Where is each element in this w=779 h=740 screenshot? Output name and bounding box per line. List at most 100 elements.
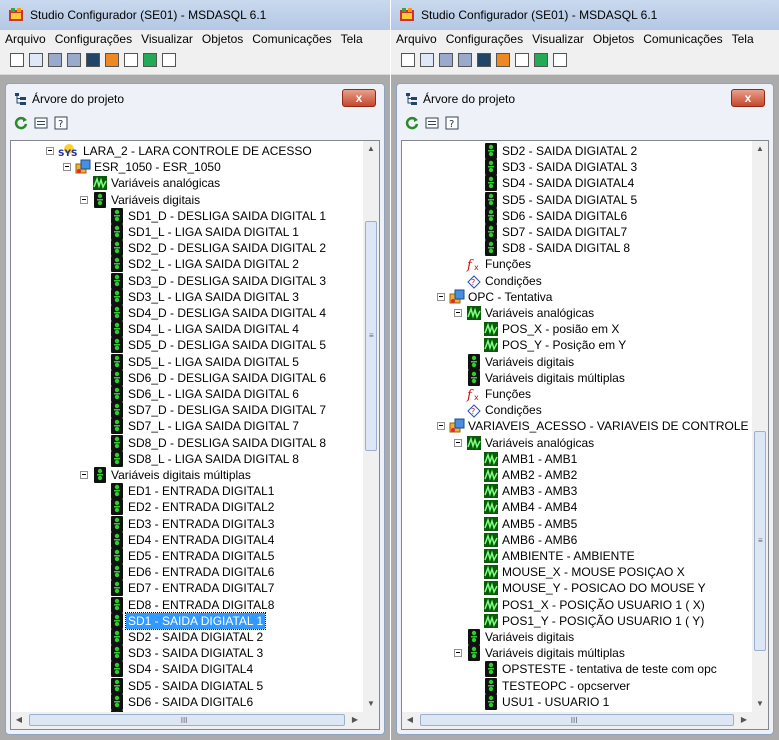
menu-item-visualizar[interactable]: Visualizar [136, 30, 197, 46]
collapse-toggle[interactable] [437, 292, 445, 301]
tree-node[interactable]: SD7_D - DESLIGA SAIDA DIGITAL 7 [11, 402, 363, 419]
tree-node[interactable]: SD5 - SAIDA DIGIATAL 5 [11, 677, 363, 694]
tree-node[interactable]: SD5_L - LIGA SAIDA DIGITAL 5 [11, 353, 363, 370]
tree-node[interactable]: TESTEOPC - opcserver [402, 677, 752, 694]
tree-node[interactable]: SD4 - SAIDA DIGIATAL4 [402, 175, 752, 192]
tree-node[interactable]: ED7 - ENTRADA DIGITAL7 [11, 580, 363, 597]
toolbar-window-icon[interactable] [420, 53, 434, 67]
tree-node[interactable]: ESR_1050 - ESR_1050 [11, 159, 363, 175]
toolbar-palette-icon[interactable] [105, 53, 119, 67]
tree-node[interactable]: SD6 - SAIDA DIGITAL6 [11, 693, 363, 710]
tree-node[interactable]: AMB3 - AMB3 [402, 483, 752, 499]
menu-item-arquivo[interactable]: Arquivo [391, 30, 441, 46]
collapse-toggle[interactable] [80, 471, 88, 479]
menu-item-tela[interactable]: Tela [336, 30, 367, 46]
tree-node[interactable]: SD3 - SAIDA DIGIATAL 3 [11, 645, 363, 662]
tree-node[interactable]: SD8_D - DESLIGA SAIDA DIGITAL 8 [11, 434, 363, 451]
tree-node[interactable]: SD6_L - LIGA SAIDA DIGITAL 6 [11, 386, 363, 402]
toolbar-tree-icon[interactable] [143, 53, 157, 67]
tree-node[interactable]: POS_X - posião em X [402, 321, 752, 337]
toolbar-edit-icon[interactable] [124, 53, 138, 67]
tree-node[interactable]: SD7_L - LIGA SAIDA DIGITAL 7 [11, 418, 363, 435]
scroll-right-button[interactable]: ▶ [347, 712, 363, 728]
toolbar-help-icon[interactable] [162, 53, 176, 67]
collapse-toggle[interactable] [454, 309, 462, 317]
refresh-icon[interactable] [14, 116, 28, 130]
tree-node[interactable]: SD1_L - LIGA SAIDA DIGITAL 1 [11, 224, 363, 240]
tree-node[interactable]: fxFunções [402, 386, 752, 403]
collapse-toggle[interactable] [437, 422, 445, 431]
tree-node[interactable]: POS1_Y - POSIÇÃO USUARIO 1 ( Y) [402, 613, 752, 629]
tree-node[interactable]: OPC - Tentativa [402, 289, 752, 305]
toolbar-palette-icon[interactable] [496, 53, 510, 67]
tree-node[interactable]: fxFunções [402, 256, 752, 273]
collapse-toggle[interactable] [46, 147, 54, 155]
toolbar-edit-icon[interactable] [515, 53, 529, 67]
tree-node[interactable]: AMB6 - AMB6 [402, 532, 752, 548]
tree-node[interactable]: ED2 - ENTRADA DIGITAL2 [11, 499, 363, 516]
tree-node[interactable]: AMBIENTE - AMBIENTE [402, 548, 752, 564]
menu-item-arquivo[interactable]: Arquivo [0, 30, 50, 46]
tree-node[interactable]: Variáveis analógicas [11, 175, 363, 191]
title-bar[interactable]: Studio Configurador (SE01) - MSDASQL 6.1 [0, 0, 390, 31]
tree-node[interactable]: SD4_L - LIGA SAIDA DIGITAL 4 [11, 321, 363, 338]
tree-node[interactable]: AMB1 - AMB1 [402, 451, 752, 467]
menu-item-visualizar[interactable]: Visualizar [527, 30, 588, 46]
toolbar-device-icon[interactable] [48, 53, 62, 67]
toolbar-new-icon[interactable] [401, 53, 415, 67]
tree-node[interactable]: POS_Y - Posição em Y [402, 337, 752, 353]
horizontal-scrollbar[interactable]: ◀ III ▶ [11, 712, 363, 729]
scroll-down-button[interactable]: ▼ [363, 696, 379, 712]
tree-node[interactable]: MOUSE_X - MOUSE POSIÇAO X [402, 564, 752, 580]
title-bar[interactable]: Studio Configurador (SE01) - MSDASQL 6.1 [391, 0, 779, 31]
tree-node[interactable]: ? Condições [402, 273, 752, 289]
tree-node[interactable]: SD6 - SAIDA DIGITAL6 [402, 207, 752, 224]
scroll-up-button[interactable]: ▲ [363, 141, 379, 157]
menu-item-comunicações[interactable]: Comunicações [638, 30, 726, 46]
scroll-left-button[interactable]: ◀ [402, 712, 418, 728]
tree-node[interactable]: SD6_D - DESLIGA SAIDA DIGITAL 6 [11, 369, 363, 386]
tree-node[interactable]: SD2 - SAIDA DIGIATAL 2 [402, 143, 752, 159]
tree-node[interactable]: SD3_D - DESLIGA SAIDA DIGITAL 3 [11, 272, 363, 289]
help-icon[interactable]: ? [54, 116, 68, 130]
tree-node[interactable]: SD8_L - LIGA SAIDA DIGITAL 8 [11, 450, 363, 467]
toolbar-device2-icon[interactable] [67, 53, 81, 67]
tree-node[interactable]: SYS LARA_2 - LARA CONTROLE DE ACESSO [11, 143, 363, 159]
toolbar-help-icon[interactable] [553, 53, 567, 67]
collapse-toggle[interactable] [454, 438, 462, 447]
tree-node[interactable]: SD8 - SAIDA DIGITAL 8 [402, 240, 752, 257]
tree-node[interactable]: SD1 - SAIDA DIGIATAL 1 [11, 611, 363, 630]
vertical-scrollbar[interactable]: ▲ ≡ ▼ [752, 141, 768, 712]
tree-node[interactable]: VARIAVEIS_ACESSO - VARIAVEIS DE CONTROLE [402, 418, 752, 434]
scroll-down-button[interactable]: ▼ [752, 696, 768, 712]
tree-node[interactable]: Variáveis digitais múltiplas [402, 645, 752, 662]
properties-icon[interactable] [34, 116, 48, 130]
toolbar-save-icon[interactable] [86, 53, 100, 67]
collapse-toggle[interactable] [80, 195, 88, 204]
vertical-scrollbar[interactable]: ▲ ≡ ▼ [363, 141, 379, 712]
tree-node[interactable]: SD2_D - DESLIGA SAIDA DIGITAL 2 [11, 240, 363, 257]
tree-node[interactable]: Variáveis digitais [402, 629, 752, 645]
tree-node[interactable]: AMB5 - AMB5 [402, 516, 752, 532]
tree-node[interactable]: ED5 - ENTRADA DIGITAL5 [11, 548, 363, 564]
tree-node[interactable]: OPSTESTE - tentativa de teste com opc [402, 661, 752, 678]
scroll-thumb[interactable]: ≡ [754, 431, 766, 651]
tree-node[interactable]: SD3 - SAIDA DIGIATAL 3 [402, 159, 752, 176]
tree-node[interactable]: ? Condições [402, 402, 752, 418]
tree-node[interactable]: SD4 - SAIDA DIGITAL4 [11, 661, 363, 678]
project-tree[interactable]: SYS LARA_2 - LARA CONTROLE DE ACESSO ESR_1… [10, 140, 380, 730]
tree-node[interactable]: ED4 - ENTRADA DIGITAL4 [11, 531, 363, 548]
hscroll-thumb[interactable]: III [29, 714, 345, 726]
menu-item-tela[interactable]: Tela [727, 30, 758, 46]
tree-node[interactable]: Variáveis digitais [11, 191, 363, 208]
menu-item-objetos[interactable]: Objetos [588, 30, 638, 46]
tree-node[interactable]: SD5 - SAIDA DIGIATAL 5 [402, 191, 752, 208]
panel-close-button[interactable]: x [731, 89, 765, 107]
tree-node[interactable]: ED8 - ENTRADA DIGITAL8 [11, 596, 363, 613]
scroll-up-button[interactable]: ▲ [752, 141, 768, 157]
horizontal-scrollbar[interactable]: ◀ III ▶ [402, 712, 752, 729]
tree-node[interactable]: Variáveis digitais [402, 353, 752, 370]
tree-node[interactable]: ED3 - ENTRADA DIGITAL3 [11, 515, 363, 532]
properties-icon[interactable] [425, 116, 439, 130]
collapse-toggle[interactable] [454, 649, 462, 658]
